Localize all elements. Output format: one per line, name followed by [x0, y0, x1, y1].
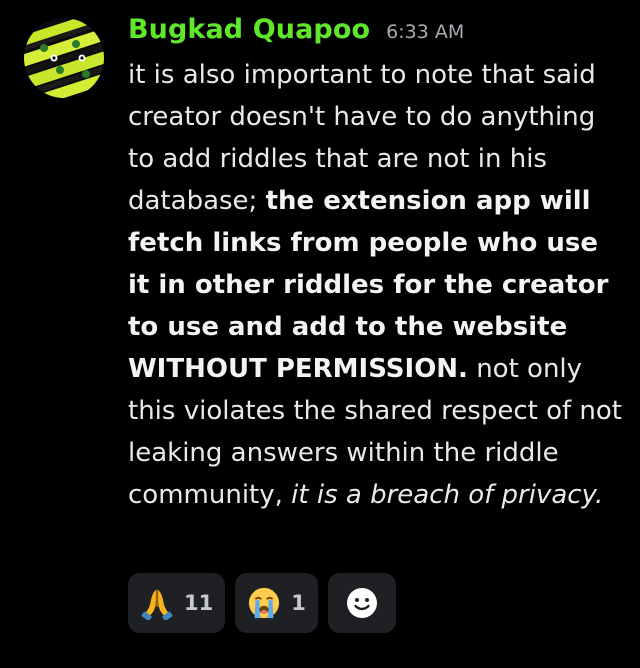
reaction-count: 11	[184, 591, 214, 615]
chat-message: Bugkad Quapoo 6:33 AM it is also importa…	[0, 0, 640, 668]
message-text-italic: it is a breach of privacy.	[291, 480, 604, 510]
loudly-crying-face-emoji-icon	[249, 587, 280, 619]
reaction-folded-hands[interactable]: 11	[128, 573, 226, 633]
add-reaction-button[interactable]	[327, 573, 396, 633]
smiley-face-icon	[346, 588, 377, 618]
message-content: Bugkad Quapoo 6:33 AM it is also importa…	[128, 14, 628, 516]
message-header: Bugkad Quapoo 6:33 AM	[128, 14, 628, 52]
reaction-count: 1	[291, 591, 306, 615]
avatar-image	[24, 18, 104, 98]
reaction-bar: 11 1	[128, 573, 396, 633]
reaction-loudly-crying[interactable]: 1	[235, 573, 318, 633]
username[interactable]: Bugkad Quapoo	[128, 14, 370, 45]
folded-hands-emoji-icon	[141, 589, 173, 620]
timestamp: 6:33 AM	[386, 21, 465, 43]
user-avatar[interactable]	[24, 18, 104, 98]
message-text: it is also important to note that said c…	[128, 54, 628, 516]
